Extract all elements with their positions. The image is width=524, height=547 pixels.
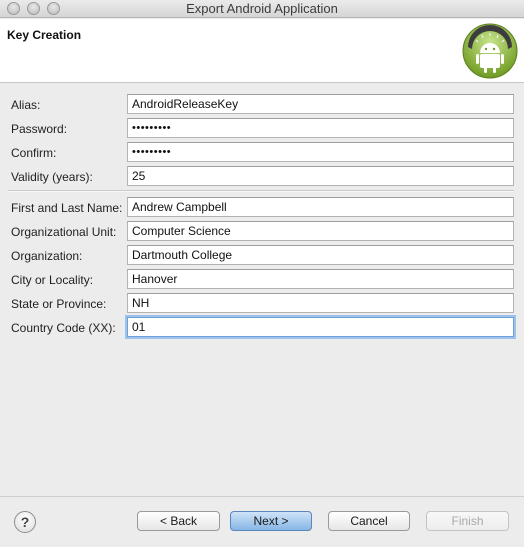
alias-row: Alias: AndroidReleaseKey [0,94,524,116]
city-row: City or Locality: Hanover [0,269,524,291]
cancel-button[interactable]: Cancel [328,511,410,531]
wizard-banner: Key Creation [0,19,524,83]
confirm-label: Confirm: [11,146,57,160]
android-robot-icon [462,23,518,79]
page-title: Key Creation [7,28,82,42]
country-code-input[interactable]: 01 [127,317,514,337]
confirm-row: Confirm: ••••••••• [0,142,524,164]
organization-label: Organization: [11,249,83,263]
validity-label: Validity (years): [11,170,93,184]
export-dialog: Export Android Application Key Creation [0,0,524,547]
name-label: First and Last Name: [11,201,123,215]
unit-label: Organizational Unit: [11,225,117,239]
footer-divider [0,496,524,497]
unit-row: Organizational Unit: Computer Science [0,221,524,243]
alias-label: Alias: [11,98,41,112]
title-bar: Export Android Application [0,0,524,18]
state-input[interactable]: NH [127,293,514,313]
alias-input[interactable]: AndroidReleaseKey [127,94,514,114]
name-input[interactable]: Andrew Campbell [127,197,514,217]
window-title: Export Android Application [186,1,338,16]
finish-button[interactable]: Finish [426,511,509,531]
state-label: State or Province: [11,297,107,311]
password-row: Password: ••••••••• [0,118,524,140]
name-row: First and Last Name: Andrew Campbell [0,197,524,219]
country-row: Country Code (XX): 01 [0,317,524,339]
section-divider [8,190,514,192]
city-label: City or Locality: [11,273,94,287]
next-button[interactable]: Next > [230,511,312,531]
organization-input[interactable]: Dartmouth College [127,245,514,265]
help-icon[interactable]: ? [14,511,36,533]
country-label: Country Code (XX): [11,321,116,335]
back-button[interactable]: < Back [137,511,220,531]
organization-row: Organization: Dartmouth College [0,245,524,267]
confirm-password-input[interactable]: ••••••••• [127,142,514,162]
validity-row: Validity (years): 25 [0,166,524,188]
validity-input[interactable]: 25 [127,166,514,186]
password-input[interactable]: ••••••••• [127,118,514,138]
password-label: Password: [11,122,68,136]
state-row: State or Province: NH [0,293,524,315]
organizational-unit-input[interactable]: Computer Science [127,221,514,241]
city-input[interactable]: Hanover [127,269,514,289]
